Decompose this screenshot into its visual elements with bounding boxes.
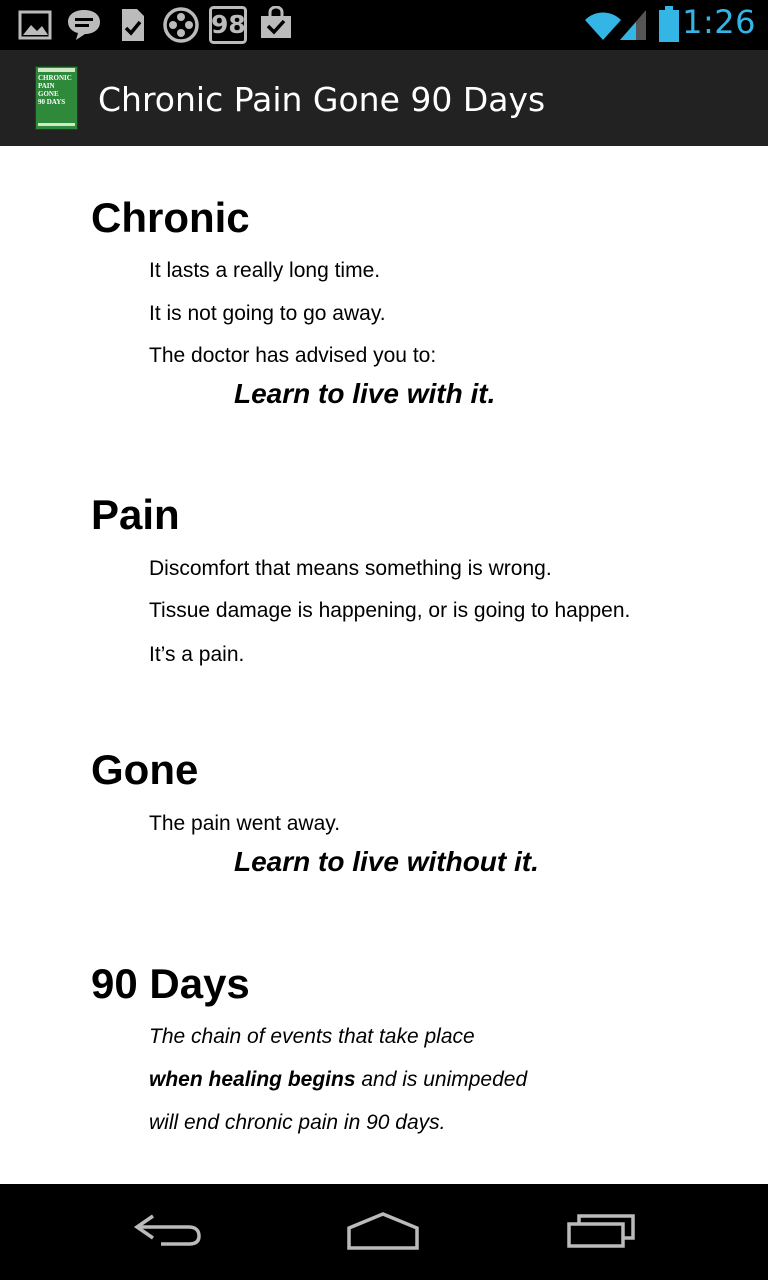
section-line: The pain went away. bbox=[149, 812, 341, 835]
wifi-icon bbox=[583, 8, 623, 47]
section-line: when healing begins and is unimpeded bbox=[149, 1068, 527, 1092]
section-line: The doctor has advised you to: bbox=[149, 344, 437, 367]
back-icon bbox=[133, 1210, 203, 1255]
section-line: It’s a pain. bbox=[149, 643, 245, 666]
section-emphasis: Learn to live with it. bbox=[234, 378, 496, 409]
section-line: Tissue damage is happening, or is going … bbox=[149, 599, 631, 622]
app-logo-line: PAIN bbox=[38, 82, 55, 90]
section-heading-90-days: 90 Days bbox=[91, 960, 250, 1007]
document-check-icon bbox=[120, 7, 146, 48]
battery-icon bbox=[658, 6, 680, 47]
section-line-rest: and is unimpeded bbox=[355, 1068, 528, 1091]
section-line-bold: when healing begins bbox=[149, 1068, 356, 1091]
section-heading-chronic: Chronic bbox=[91, 194, 250, 241]
section-line: It lasts a really long time. bbox=[149, 259, 381, 282]
section-heading-pain: Pain bbox=[91, 491, 180, 538]
navigation-bar bbox=[0, 1184, 768, 1280]
signal-icon bbox=[618, 8, 648, 47]
section-line: It is not going to go away. bbox=[149, 302, 386, 325]
action-bar: CHRONIC PAIN GONE 90 DAYS Chronic Pain G… bbox=[0, 50, 768, 146]
app-logo-line: 90 DAYS bbox=[38, 98, 66, 106]
counter-badge-icon: 98 bbox=[209, 6, 247, 49]
app-logo-line: CHRONIC bbox=[38, 74, 72, 82]
chat-icon bbox=[66, 8, 102, 47]
section-line: will end chronic pain in 90 days. bbox=[149, 1111, 446, 1134]
app-logo-line: GONE bbox=[38, 90, 59, 98]
back-button[interactable] bbox=[113, 1198, 223, 1266]
gallery-icon bbox=[18, 10, 52, 45]
status-bar: 98 1:26 bbox=[0, 0, 768, 50]
section-heading-gone: Gone bbox=[91, 746, 199, 793]
recent-apps-button[interactable] bbox=[546, 1198, 656, 1266]
app-logo[interactable]: CHRONIC PAIN GONE 90 DAYS bbox=[35, 66, 78, 130]
section-line: Discomfort that means something is wrong… bbox=[149, 557, 552, 580]
section-line: The chain of events that take place bbox=[149, 1025, 475, 1048]
film-reel-icon bbox=[162, 6, 200, 49]
home-button[interactable] bbox=[328, 1198, 438, 1266]
section-emphasis: Learn to live without it. bbox=[234, 846, 539, 877]
app-title: Chronic Pain Gone 90 Days bbox=[98, 80, 546, 119]
home-icon bbox=[345, 1210, 421, 1255]
clock: 1:26 bbox=[682, 3, 756, 41]
shopping-bag-check-icon bbox=[259, 5, 293, 45]
notification-count: 98 bbox=[211, 10, 246, 39]
main-content[interactable]: Chronic It lasts a really long time. It … bbox=[0, 146, 768, 1184]
recent-apps-icon bbox=[565, 1210, 637, 1255]
